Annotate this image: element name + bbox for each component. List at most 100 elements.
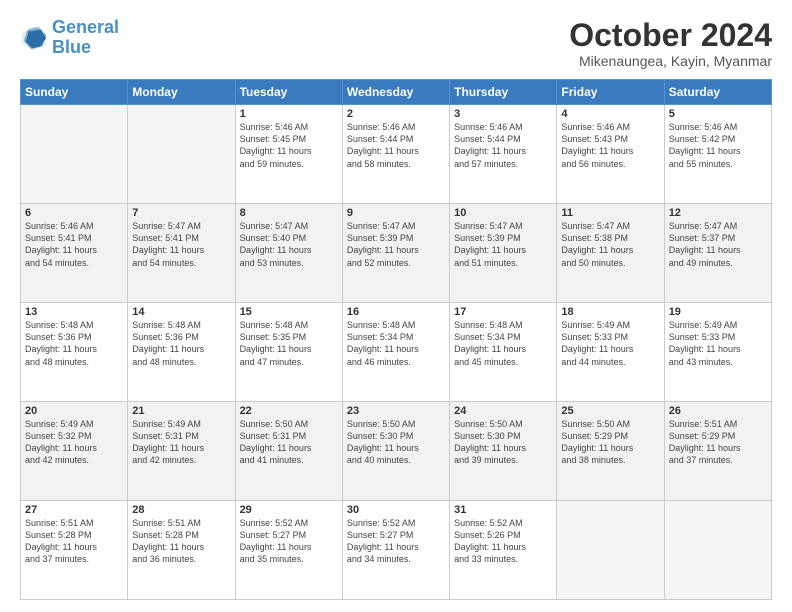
cell-daylight-info: Sunrise: 5:50 AM Sunset: 5:31 PM Dayligh…	[240, 418, 338, 467]
cell-daylight-info: Sunrise: 5:46 AM Sunset: 5:41 PM Dayligh…	[25, 220, 123, 269]
cell-daylight-info: Sunrise: 5:51 AM Sunset: 5:28 PM Dayligh…	[25, 517, 123, 566]
calendar-cell: 26Sunrise: 5:51 AM Sunset: 5:29 PM Dayli…	[664, 402, 771, 501]
day-number: 1	[240, 108, 338, 120]
day-number: 16	[347, 306, 445, 318]
calendar-cell: 20Sunrise: 5:49 AM Sunset: 5:32 PM Dayli…	[21, 402, 128, 501]
cell-daylight-info: Sunrise: 5:50 AM Sunset: 5:30 PM Dayligh…	[347, 418, 445, 467]
calendar-cell: 8Sunrise: 5:47 AM Sunset: 5:40 PM Daylig…	[235, 204, 342, 303]
calendar-cell: 23Sunrise: 5:50 AM Sunset: 5:30 PM Dayli…	[342, 402, 449, 501]
weekday-header: Saturday	[664, 80, 771, 105]
cell-daylight-info: Sunrise: 5:52 AM Sunset: 5:27 PM Dayligh…	[347, 517, 445, 566]
day-number: 14	[132, 306, 230, 318]
calendar-cell: 30Sunrise: 5:52 AM Sunset: 5:27 PM Dayli…	[342, 501, 449, 600]
logo-general: General	[52, 17, 119, 37]
cell-daylight-info: Sunrise: 5:50 AM Sunset: 5:30 PM Dayligh…	[454, 418, 552, 467]
calendar-cell	[21, 105, 128, 204]
day-number: 31	[454, 504, 552, 516]
cell-daylight-info: Sunrise: 5:47 AM Sunset: 5:41 PM Dayligh…	[132, 220, 230, 269]
calendar-cell: 25Sunrise: 5:50 AM Sunset: 5:29 PM Dayli…	[557, 402, 664, 501]
day-number: 13	[25, 306, 123, 318]
calendar-cell: 15Sunrise: 5:48 AM Sunset: 5:35 PM Dayli…	[235, 303, 342, 402]
day-number: 18	[561, 306, 659, 318]
calendar-header-row: SundayMondayTuesdayWednesdayThursdayFrid…	[21, 80, 772, 105]
cell-daylight-info: Sunrise: 5:48 AM Sunset: 5:34 PM Dayligh…	[454, 319, 552, 368]
cell-daylight-info: Sunrise: 5:49 AM Sunset: 5:33 PM Dayligh…	[561, 319, 659, 368]
calendar-cell	[664, 501, 771, 600]
day-number: 11	[561, 207, 659, 219]
day-number: 29	[240, 504, 338, 516]
day-number: 22	[240, 405, 338, 417]
calendar-cell	[128, 105, 235, 204]
day-number: 24	[454, 405, 552, 417]
calendar-cell: 1Sunrise: 5:46 AM Sunset: 5:45 PM Daylig…	[235, 105, 342, 204]
calendar-cell: 7Sunrise: 5:47 AM Sunset: 5:41 PM Daylig…	[128, 204, 235, 303]
calendar-week-row: 20Sunrise: 5:49 AM Sunset: 5:32 PM Dayli…	[21, 402, 772, 501]
cell-daylight-info: Sunrise: 5:46 AM Sunset: 5:44 PM Dayligh…	[347, 121, 445, 170]
calendar-week-row: 13Sunrise: 5:48 AM Sunset: 5:36 PM Dayli…	[21, 303, 772, 402]
calendar-week-row: 1Sunrise: 5:46 AM Sunset: 5:45 PM Daylig…	[21, 105, 772, 204]
day-number: 27	[25, 504, 123, 516]
day-number: 3	[454, 108, 552, 120]
calendar-cell: 12Sunrise: 5:47 AM Sunset: 5:37 PM Dayli…	[664, 204, 771, 303]
calendar-cell: 19Sunrise: 5:49 AM Sunset: 5:33 PM Dayli…	[664, 303, 771, 402]
day-number: 21	[132, 405, 230, 417]
cell-daylight-info: Sunrise: 5:52 AM Sunset: 5:26 PM Dayligh…	[454, 517, 552, 566]
day-number: 17	[454, 306, 552, 318]
day-number: 4	[561, 108, 659, 120]
cell-daylight-info: Sunrise: 5:46 AM Sunset: 5:45 PM Dayligh…	[240, 121, 338, 170]
cell-daylight-info: Sunrise: 5:48 AM Sunset: 5:35 PM Dayligh…	[240, 319, 338, 368]
location-subtitle: Mikenaungea, Kayin, Myanmar	[569, 53, 772, 69]
weekday-header: Sunday	[21, 80, 128, 105]
calendar-cell: 16Sunrise: 5:48 AM Sunset: 5:34 PM Dayli…	[342, 303, 449, 402]
weekday-header: Friday	[557, 80, 664, 105]
calendar-cell: 10Sunrise: 5:47 AM Sunset: 5:39 PM Dayli…	[450, 204, 557, 303]
calendar-cell: 24Sunrise: 5:50 AM Sunset: 5:30 PM Dayli…	[450, 402, 557, 501]
cell-daylight-info: Sunrise: 5:49 AM Sunset: 5:31 PM Dayligh…	[132, 418, 230, 467]
cell-daylight-info: Sunrise: 5:52 AM Sunset: 5:27 PM Dayligh…	[240, 517, 338, 566]
calendar-cell: 29Sunrise: 5:52 AM Sunset: 5:27 PM Dayli…	[235, 501, 342, 600]
cell-daylight-info: Sunrise: 5:47 AM Sunset: 5:40 PM Dayligh…	[240, 220, 338, 269]
day-number: 26	[669, 405, 767, 417]
month-title: October 2024	[569, 18, 772, 53]
cell-daylight-info: Sunrise: 5:46 AM Sunset: 5:44 PM Dayligh…	[454, 121, 552, 170]
cell-daylight-info: Sunrise: 5:46 AM Sunset: 5:43 PM Dayligh…	[561, 121, 659, 170]
title-block: October 2024 Mikenaungea, Kayin, Myanmar	[569, 18, 772, 69]
calendar-cell: 4Sunrise: 5:46 AM Sunset: 5:43 PM Daylig…	[557, 105, 664, 204]
calendar-cell: 9Sunrise: 5:47 AM Sunset: 5:39 PM Daylig…	[342, 204, 449, 303]
calendar-cell: 27Sunrise: 5:51 AM Sunset: 5:28 PM Dayli…	[21, 501, 128, 600]
calendar-cell: 11Sunrise: 5:47 AM Sunset: 5:38 PM Dayli…	[557, 204, 664, 303]
calendar-cell: 13Sunrise: 5:48 AM Sunset: 5:36 PM Dayli…	[21, 303, 128, 402]
cell-daylight-info: Sunrise: 5:51 AM Sunset: 5:29 PM Dayligh…	[669, 418, 767, 467]
day-number: 20	[25, 405, 123, 417]
day-number: 6	[25, 207, 123, 219]
day-number: 9	[347, 207, 445, 219]
calendar-cell	[557, 501, 664, 600]
cell-daylight-info: Sunrise: 5:48 AM Sunset: 5:36 PM Dayligh…	[132, 319, 230, 368]
page: General Blue October 2024 Mikenaungea, K…	[0, 0, 792, 612]
day-number: 5	[669, 108, 767, 120]
day-number: 10	[454, 207, 552, 219]
logo-icon	[20, 24, 48, 52]
calendar-cell: 14Sunrise: 5:48 AM Sunset: 5:36 PM Dayli…	[128, 303, 235, 402]
day-number: 2	[347, 108, 445, 120]
cell-daylight-info: Sunrise: 5:50 AM Sunset: 5:29 PM Dayligh…	[561, 418, 659, 467]
calendar-week-row: 27Sunrise: 5:51 AM Sunset: 5:28 PM Dayli…	[21, 501, 772, 600]
calendar-cell: 3Sunrise: 5:46 AM Sunset: 5:44 PM Daylig…	[450, 105, 557, 204]
cell-daylight-info: Sunrise: 5:51 AM Sunset: 5:28 PM Dayligh…	[132, 517, 230, 566]
calendar-cell: 2Sunrise: 5:46 AM Sunset: 5:44 PM Daylig…	[342, 105, 449, 204]
logo-blue: Blue	[52, 37, 91, 57]
cell-daylight-info: Sunrise: 5:48 AM Sunset: 5:36 PM Dayligh…	[25, 319, 123, 368]
day-number: 30	[347, 504, 445, 516]
day-number: 23	[347, 405, 445, 417]
cell-daylight-info: Sunrise: 5:46 AM Sunset: 5:42 PM Dayligh…	[669, 121, 767, 170]
calendar-cell: 18Sunrise: 5:49 AM Sunset: 5:33 PM Dayli…	[557, 303, 664, 402]
weekday-header: Thursday	[450, 80, 557, 105]
day-number: 7	[132, 207, 230, 219]
day-number: 12	[669, 207, 767, 219]
calendar-cell: 31Sunrise: 5:52 AM Sunset: 5:26 PM Dayli…	[450, 501, 557, 600]
calendar-cell: 28Sunrise: 5:51 AM Sunset: 5:28 PM Dayli…	[128, 501, 235, 600]
calendar-cell: 21Sunrise: 5:49 AM Sunset: 5:31 PM Dayli…	[128, 402, 235, 501]
logo-text: General Blue	[52, 18, 119, 58]
day-number: 25	[561, 405, 659, 417]
cell-daylight-info: Sunrise: 5:47 AM Sunset: 5:39 PM Dayligh…	[454, 220, 552, 269]
